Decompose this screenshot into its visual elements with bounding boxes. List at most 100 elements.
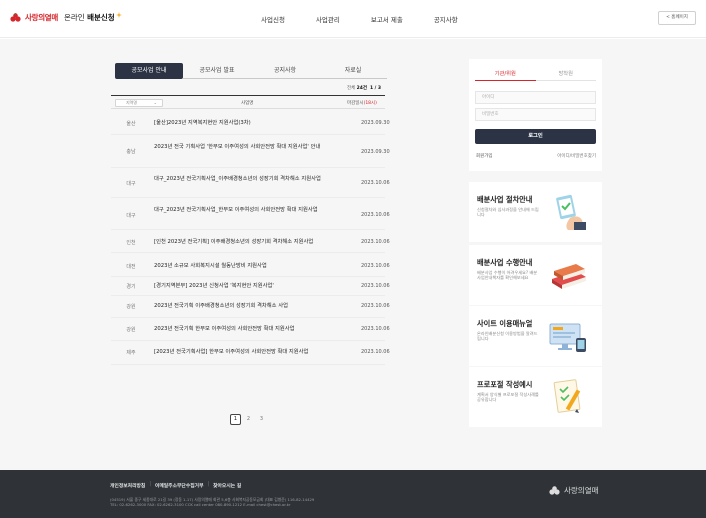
table-header: 지역명 ⌄ 사업명 마감일시(18시) — [111, 95, 385, 109]
footer-links: 개인정보처리방침 | 이메일주소무단수집거부 | 찾아오시는 길 — [110, 482, 242, 489]
table-row[interactable]: 제주 [2023년 전국기획사업] 한부모 이주여성의 사회안전망 확대 지원사… — [111, 341, 390, 365]
row-date: 2023.09.30 — [361, 149, 390, 155]
row-title[interactable]: 대구_2023년 전국기획사업_이주배경청소년의 성장기회 격차해소 지원사업 — [154, 176, 346, 183]
document-pencil-icon — [553, 379, 581, 413]
row-region: 인천 — [126, 240, 136, 246]
row-date: 2023.10.06 — [361, 239, 390, 245]
table-row[interactable]: 경기 [경기지역본부] 2023년 신청사업 '복지현안 지원사업' 2023.… — [111, 277, 390, 296]
chevron-down-icon: ⌄ — [153, 100, 157, 105]
page-2-button[interactable]: 2 — [243, 414, 254, 425]
page-indicator: 1 / 3 — [369, 86, 381, 91]
row-region: 제주 — [126, 350, 136, 356]
row-title[interactable]: 2023년 전국기획 이주배경청소년의 성장기회 격차해소 사업 — [154, 303, 346, 310]
table-row[interactable]: 인천 [인천 2023년 전국기획] 이주배경청소년의 성장기회 격차해소 지원… — [111, 230, 390, 253]
row-title[interactable]: [경기지역본부] 2023년 신청사업 '복지현안 지원사업' — [154, 283, 346, 290]
signup-link[interactable]: 회원가입 — [476, 153, 493, 159]
column-title: 사업명 — [241, 101, 254, 106]
logo-text: 사랑의열매 — [25, 13, 58, 22]
row-title[interactable]: 2023년 전국기획 한부모 이주여성의 사회안전망 확대 지원사업 — [154, 326, 346, 333]
card-title: 배분사업 수행안내 — [477, 258, 533, 267]
column-deadline: 마감일시(18시) — [347, 101, 377, 106]
card-site-manual[interactable]: 사이트 이용매뉴얼 온라인배분신청 이용방법을 알려드립니다 — [469, 306, 602, 366]
clipboard-hand-icon — [556, 194, 586, 230]
row-date: 2023.10.06 — [361, 263, 390, 269]
table-row[interactable]: 대구 대구_2023년 전국기획사업_이주배경청소년의 성장기회 격차해소 지원… — [111, 168, 390, 198]
row-date: 2023.10.06 — [361, 212, 390, 218]
row-date: 2023.10.06 — [361, 180, 390, 186]
row-region: 대구 — [126, 213, 136, 219]
table-row[interactable]: 대구 대구_2023년 전국기획사업_한부모 이주여성의 사회안전망 확대 지원… — [111, 198, 390, 230]
row-date: 2023.10.06 — [361, 326, 390, 332]
login-tabs: 기관/위원 방착원 — [475, 67, 596, 81]
directions-link[interactable]: 찾아오시는 길 — [213, 482, 241, 489]
table-row[interactable]: 강원 2023년 전국기획 한부모 이주여성의 사회안전망 확대 지원사업 20… — [111, 318, 390, 341]
page-1-button[interactable]: 1 — [230, 414, 241, 425]
board-tabs: 공모사업 안내 공모사업 발표 공지사항 자료실 — [115, 63, 387, 79]
row-title[interactable]: [2023년 전국기획사업] 한부모 이주여성의 사회안전망 확대 지원사업 — [154, 349, 346, 356]
row-region: 충남 — [126, 149, 136, 155]
email-policy-link[interactable]: 이메일주소무단수집거부 — [155, 482, 204, 489]
find-account-link[interactable]: 아이디/비밀번호찾기 — [557, 153, 596, 159]
nav-report[interactable]: 보고서 제출 — [371, 14, 403, 24]
row-title[interactable]: [울산]2023년 지역복지현안 지원사업(3차) — [154, 120, 346, 127]
row-region: 강원 — [126, 327, 136, 333]
row-date: 2023.09.30 — [361, 120, 390, 126]
row-date: 2023.10.06 — [361, 283, 390, 289]
table-row[interactable]: 대전 2023년 소규모 사회복지시설 월동난방비 지원사업 2023.10.0… — [111, 253, 390, 277]
tab-other-member[interactable]: 방착원 — [535, 67, 596, 81]
site-header: 사랑의열매 온라인 배분신청 사업신청 사업관리 보고서 제출 공지사항 < 홈… — [0, 0, 706, 38]
tab-contest-result[interactable]: 공모사업 발표 — [183, 63, 251, 79]
fruit-logo-icon — [10, 12, 21, 22]
table-row[interactable]: 울산 [울산]2023년 지역복지현안 지원사업(3차) 2023.09.30 — [111, 111, 390, 135]
homepage-button[interactable]: < 홈페이지 — [658, 11, 696, 25]
card-desc: 신청절차와 심사과정을 안내해 드립니다 — [477, 207, 539, 218]
row-title[interactable]: 2023년 소규모 사회복지시설 월동난방비 지원사업 — [154, 263, 346, 270]
card-title: 배분사업 절차안내 — [477, 195, 533, 204]
login-box: 기관/위원 방착원 아이디 비밀번호 로그인 회원가입 아이디/비밀번호찾기 — [469, 59, 602, 171]
region-filter-select[interactable]: 지역명 ⌄ — [115, 99, 163, 107]
password-input[interactable]: 비밀번호 — [475, 108, 596, 121]
card-desc: 온라인배분신청 이용방법을 알려드립니다 — [477, 331, 538, 342]
tab-contest-info[interactable]: 공모사업 안내 — [115, 63, 183, 79]
id-input[interactable]: 아이디 — [475, 91, 596, 104]
row-title[interactable]: 대구_2023년 전국기획사업_한부모 이주여성의 사회안전망 확대 지원사업 — [154, 207, 346, 214]
row-date: 2023.10.06 — [361, 303, 390, 309]
row-title[interactable]: 2023년 전국 기획사업 '한부모 이주여성의 사회안전망 확대 지원사업' … — [154, 144, 346, 151]
nav-apply[interactable]: 사업신청 — [261, 14, 285, 24]
tab-archive[interactable]: 자료실 — [319, 63, 387, 79]
board-count: 전체 24건 1 / 3 — [346, 86, 381, 91]
login-button[interactable]: 로그인 — [475, 129, 596, 144]
card-execution-guide[interactable]: 배분사업 수행안내 배분사업 수행이 어려우세요? 배분사업안내책자를 확인해보… — [469, 245, 602, 305]
card-proposal-example[interactable]: 프로포절 작성예시 계획서 양식별 프로포절 작성사례를 공유합니다 — [469, 367, 602, 427]
row-region: 강원 — [126, 304, 136, 310]
row-region: 대구 — [126, 181, 136, 187]
fruit-logo-icon — [549, 485, 560, 495]
table-row[interactable]: 강원 2023년 전국기획 이주배경청소년의 성장기회 격차해소 사업 2023… — [111, 296, 390, 318]
site-footer: 개인정보처리방침 | 이메일주소무단수집거부 | 찾아오시는 길 (04519)… — [0, 470, 706, 518]
table-row[interactable]: 충남 2023년 전국 기획사업 '한부모 이주여성의 사회안전망 확대 지원사… — [111, 135, 390, 168]
card-title: 사이트 이용매뉴얼 — [477, 319, 533, 328]
row-date: 2023.10.06 — [361, 349, 390, 355]
row-title[interactable]: [인천 2023년 전국기획] 이주배경청소년의 성장기회 격차해소 지원사업 — [154, 239, 346, 246]
card-desc: 계획서 양식별 프로포절 작성사례를 공유합니다 — [477, 392, 539, 403]
tab-org-member[interactable]: 기관/위원 — [475, 67, 536, 81]
card-process-guide[interactable]: 배분사업 절차안내 신청절차와 심사과정을 안내해 드립니다 — [469, 182, 602, 242]
site-logo[interactable]: 사랑의열매 온라인 배분신청 — [10, 11, 122, 23]
books-icon — [552, 264, 586, 289]
page-3-button[interactable]: 3 — [256, 414, 267, 425]
pagination: 1 2 3 — [230, 414, 269, 425]
privacy-policy-link[interactable]: 개인정보처리방침 — [110, 482, 145, 489]
main-nav: 사업신청 사업관리 보고서 제출 공지사항 — [261, 14, 489, 24]
service-title: 온라인 배분신청 — [64, 13, 115, 22]
row-region: 대전 — [126, 264, 136, 270]
footer-address: (04519) 서울 중구 세종대로 21길 39 (정동 1-17) 사랑의열… — [110, 497, 315, 508]
nav-notice[interactable]: 공지사항 — [434, 14, 458, 24]
tab-notice[interactable]: 공지사항 — [251, 63, 319, 79]
board-panel: 공모사업 안내 공모사업 발표 공지사항 자료실 전체 24건 1 / 3 지역… — [103, 53, 390, 441]
row-region: 울산 — [126, 121, 136, 127]
nav-manage[interactable]: 사업관리 — [316, 14, 340, 24]
card-title: 프로포절 작성예시 — [477, 380, 533, 389]
footer-logo: 사랑의열매 — [549, 485, 599, 496]
monitor-icon — [549, 323, 586, 352]
row-region: 경기 — [126, 284, 136, 290]
